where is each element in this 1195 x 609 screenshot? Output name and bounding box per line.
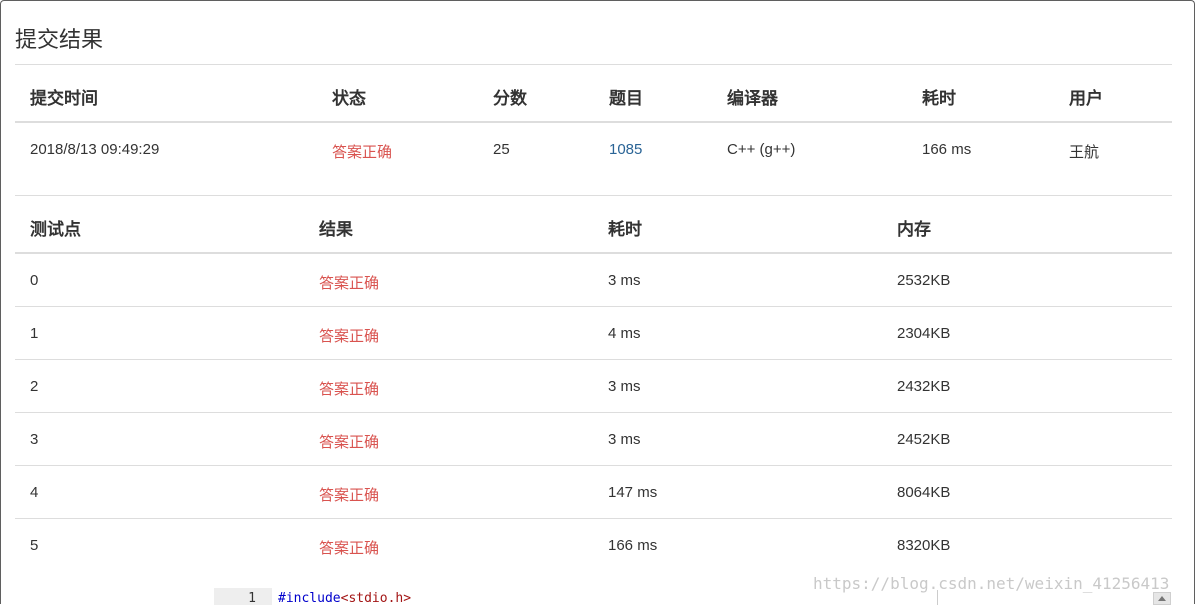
header-elapsed: 耗时 [922, 89, 956, 108]
testcase-time: 3 ms [608, 431, 641, 448]
header-compiler: 编译器 [727, 89, 778, 108]
testcase-time: 3 ms [608, 378, 641, 395]
divider [15, 195, 1172, 196]
testcase-result: 答案正确 [319, 328, 380, 345]
testcase-memory: 2532KB [897, 272, 951, 289]
header-time: 耗时 [608, 220, 642, 239]
elapsed-time: 166 ms [922, 141, 972, 158]
testcase-time: 166 ms [608, 537, 658, 554]
score: 25 [493, 141, 510, 158]
row-divider [15, 412, 1172, 413]
testcase-result: 答案正确 [319, 540, 380, 557]
header-score: 分数 [493, 89, 527, 108]
row-divider [15, 518, 1172, 519]
header-user: 用户 [1069, 89, 1103, 108]
watermark: https://blog.csdn.net/weixin_41256413 [813, 574, 1170, 593]
testcase-id: 5 [30, 537, 39, 554]
code-directive: #include [278, 591, 341, 606]
header-status: 状态 [332, 89, 366, 108]
testcase-time: 3 ms [608, 272, 641, 289]
row-divider [15, 465, 1172, 466]
user-name: 王航 [1069, 144, 1100, 161]
code-header: <stdio.h> [340, 591, 412, 606]
problem-link[interactable]: 1085 [609, 141, 642, 158]
header-testcase: 测试点 [30, 220, 81, 239]
testcase-id: 4 [30, 484, 39, 501]
header-divider [15, 121, 1172, 123]
testcase-id: 0 [30, 272, 39, 289]
testcase-result: 答案正确 [319, 434, 380, 451]
compiler: C++ (g++) [727, 141, 796, 158]
divider [15, 64, 1172, 65]
line-number: 1 [214, 588, 272, 606]
testcase-memory: 8064KB [897, 484, 951, 501]
testcase-id: 3 [30, 431, 39, 448]
row-divider [15, 359, 1172, 360]
submit-time: 2018/8/13 09:49:29 [30, 141, 160, 158]
header-result: 结果 [319, 220, 353, 239]
row-divider [15, 306, 1172, 307]
modal-frame [0, 0, 1195, 604]
testcase-id: 2 [30, 378, 39, 395]
header-problem: 题目 [609, 89, 643, 108]
scroll-up-button[interactable] [1153, 592, 1171, 605]
testcase-time: 4 ms [608, 325, 641, 342]
testcase-memory: 2432KB [897, 378, 951, 395]
code-line: #include<stdio.h> [278, 588, 411, 609]
testcase-result: 答案正确 [319, 487, 380, 504]
page-title: 提交结果 [15, 27, 104, 52]
testcase-memory: 8320KB [897, 537, 951, 554]
header-memory: 内存 [897, 220, 931, 239]
status-accepted: 答案正确 [332, 144, 393, 161]
header-divider [15, 252, 1172, 254]
header-submit-time: 提交时间 [30, 89, 98, 108]
testcase-time: 147 ms [608, 484, 658, 501]
testcase-memory: 2304KB [897, 325, 951, 342]
testcase-result: 答案正确 [319, 381, 380, 398]
testcase-memory: 2452KB [897, 431, 951, 448]
testcase-id: 1 [30, 325, 39, 342]
testcase-result: 答案正确 [319, 275, 380, 292]
